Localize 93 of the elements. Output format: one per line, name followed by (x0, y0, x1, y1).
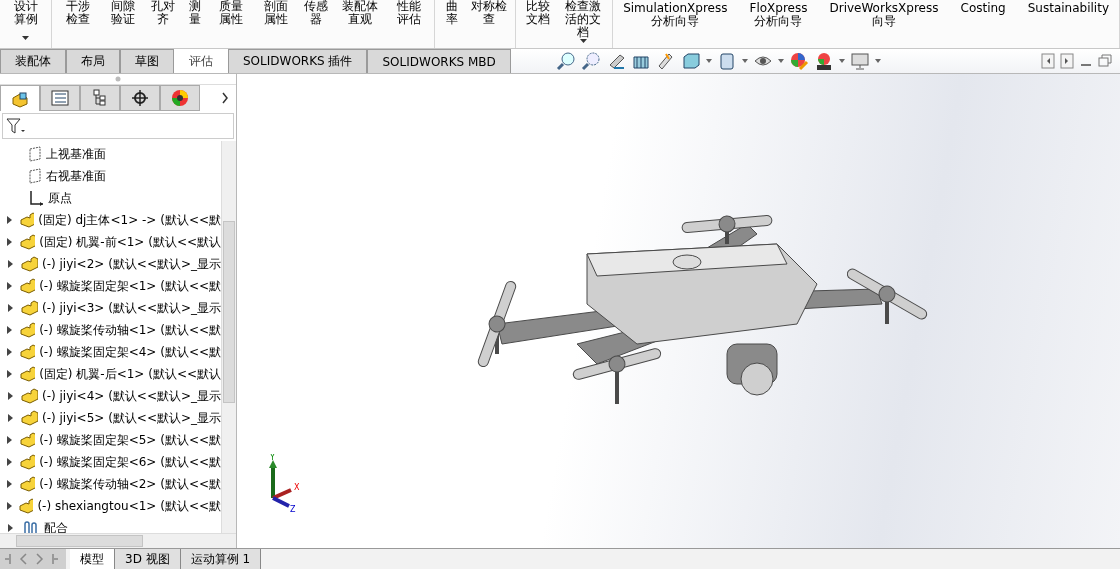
panel-right-icon[interactable] (1060, 53, 1074, 69)
tree-item[interactable]: 右视基准面 (46, 167, 106, 185)
tree-item[interactable]: (-) 螺旋桨固定架<5> (默认<<默 (39, 431, 221, 449)
color-wheel-icon (171, 89, 189, 107)
part-icon (21, 256, 38, 272)
ribbon-button[interactable]: FloXpress 分析向导 (747, 2, 810, 48)
ribbon-button[interactable]: 检查激活的文档 (560, 0, 607, 46)
tree-item[interactable]: (-) jiyi<3> (默认<<默认>_显示 (42, 299, 221, 317)
scene-icon[interactable] (814, 51, 834, 71)
panel-tab[interactable] (160, 85, 200, 111)
tree-item[interactable]: 上视基准面 (46, 145, 106, 163)
part-icon (20, 366, 36, 382)
view-tab[interactable]: 3D 视图 (115, 549, 181, 569)
restore-icon[interactable] (1098, 53, 1112, 69)
ribbon-button[interactable]: 对称检查 (469, 0, 510, 46)
part-icon (21, 410, 38, 426)
ribbon-button[interactable]: 传感器 (301, 0, 332, 46)
ribbon-button[interactable]: 质量属性 (211, 0, 251, 46)
assembly-icon (11, 89, 29, 108)
tree-item[interactable]: (-) 螺旋桨固定架<6> (默认<<默 (39, 453, 221, 471)
vertical-scrollbar[interactable] (221, 141, 236, 533)
part-icon (20, 344, 36, 360)
expand-toggle[interactable] (4, 214, 14, 226)
tree-item[interactable]: (-) jiyi<5> (默认<<默认>_显示 (42, 409, 221, 427)
list-icon (51, 89, 69, 107)
tree-item[interactable]: (-) 螺旋桨传动轴<1> (默认<<默 (39, 321, 221, 339)
display-style-icon[interactable] (717, 51, 737, 71)
view-orientation-icon[interactable] (681, 51, 701, 71)
ribbon-button[interactable]: 测量 (184, 0, 206, 46)
horizontal-scrollbar[interactable] (0, 533, 236, 548)
tree-item[interactable]: (-) jiyi<4> (默认<<默认>_显示 (42, 387, 221, 405)
monitor-icon[interactable] (850, 51, 870, 71)
part-icon (20, 476, 36, 492)
ribbon-button[interactable]: 曲率 (440, 0, 464, 46)
tree-item[interactable]: (固定) 机翼-后<1> (默认<<默认 (39, 365, 221, 383)
tree-item[interactable]: (-) 螺旋桨传动轴<2> (默认<<默 (39, 475, 221, 493)
part-icon (21, 300, 38, 316)
ribbon-button[interactable]: 干涉检查 (58, 0, 98, 46)
plane-icon (28, 146, 42, 162)
command-tab[interactable]: 布局 (66, 49, 120, 73)
dropdown-caret-icon[interactable] (839, 59, 845, 63)
crosshair-icon (131, 89, 149, 107)
zoom-to-area-icon[interactable] (581, 51, 601, 71)
ribbon-button[interactable]: Costing (958, 2, 1008, 48)
appearance-edit-icon[interactable] (789, 51, 809, 71)
ribbon-button[interactable]: 剖面属性 (256, 0, 295, 46)
tree-item[interactable]: (-) jiyi<2> (默认<<默认>_显示 (42, 255, 221, 273)
part-icon (20, 432, 36, 448)
paperclip-icon (22, 520, 40, 533)
part-icon (20, 234, 36, 250)
part-icon (20, 278, 36, 294)
tree-item[interactable]: 原点 (48, 189, 72, 207)
command-tab[interactable]: SOLIDWORKS 插件 (228, 49, 368, 73)
dropdown-caret-icon[interactable] (875, 59, 881, 63)
ribbon-button[interactable]: DriveWorksXpress 向导 (827, 2, 941, 48)
dropdown-caret-icon[interactable] (706, 59, 712, 63)
part-icon (21, 388, 38, 404)
ribbon-button[interactable]: 性能评估 (389, 0, 428, 46)
dropdown-caret-icon[interactable] (778, 59, 784, 63)
axis-triad-drawing: Y X Z (267, 454, 307, 514)
tree-item[interactable]: (-) 螺旋桨固定架<1> (默认<<默 (39, 277, 221, 295)
dropdown-caret-icon[interactable] (742, 59, 748, 63)
ribbon-button[interactable]: SimulationXpress 分析向导 (621, 2, 730, 48)
ribbon-button[interactable]: 装配体直观 (337, 0, 384, 46)
tree-item[interactable]: (固定) dj主体<1> -> (默认<<默 (38, 211, 221, 229)
view-tab[interactable]: 模型 (70, 549, 115, 569)
origin-icon (28, 190, 44, 206)
filter-field[interactable] (2, 113, 234, 139)
filter-icon (6, 117, 26, 135)
tree-item[interactable]: (固定) 机翼-前<1> (默认<<默认 (39, 233, 221, 251)
part-icon (20, 454, 36, 470)
expand-toggle[interactable] (4, 500, 14, 512)
command-tab[interactable]: SOLIDWORKS MBD (367, 49, 511, 73)
part-icon (20, 322, 36, 338)
view-tab[interactable]: 运动算例 1 (180, 549, 262, 569)
tree-item[interactable]: (-) shexiangtou<1> (默认<<默 (37, 497, 221, 515)
ribbon-button[interactable]: 比较文档 (522, 0, 555, 46)
panel-left-icon[interactable] (1041, 53, 1055, 69)
command-tab[interactable]: 草图 (120, 49, 174, 73)
command-tab[interactable]: 装配体 (0, 49, 66, 73)
zoom-to-fit-icon[interactable] (556, 51, 576, 71)
splitter-grip-icon[interactable] (115, 76, 121, 82)
ribbon-button[interactable]: 设计算例 (6, 0, 46, 46)
ribbon-button[interactable]: Sustainability (1025, 2, 1111, 48)
tree-item[interactable]: 配合 (44, 519, 68, 533)
tree-item[interactable]: (-) 螺旋桨固定架<4> (默认<<默 (39, 343, 221, 361)
part-icon (19, 498, 34, 514)
ribbon-button[interactable]: 孔对齐 (147, 0, 179, 46)
part-icon (19, 212, 35, 228)
configuration-icon (91, 89, 109, 107)
ribbon-button[interactable]: 间隙验证 (103, 0, 142, 46)
panel-tab[interactable] (120, 85, 160, 111)
plane-icon (28, 168, 42, 184)
